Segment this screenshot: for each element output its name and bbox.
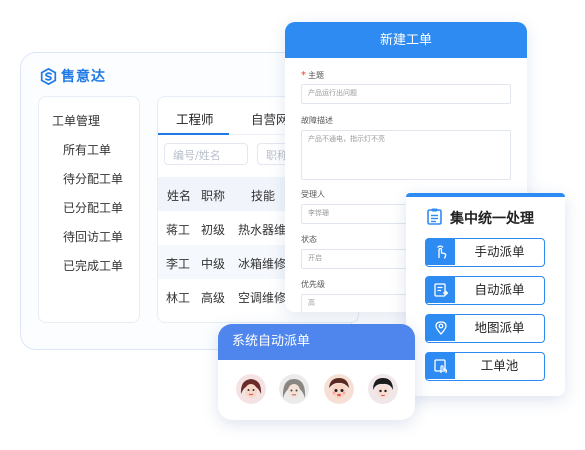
ticket-pool-label: 工单池	[480, 358, 519, 373]
map-pin-icon	[426, 315, 455, 341]
centralized-title: 集中统一处理	[450, 211, 534, 227]
brand-logo-icon	[40, 67, 57, 85]
cell-title: 高级	[201, 291, 226, 305]
column-header-name: 姓名	[167, 189, 192, 203]
tab-active-indicator	[158, 133, 229, 135]
cell-title: 中级	[201, 257, 226, 271]
sidebar: 工单管理 所有工单 待分配工单 已分配工单 待回访工单 已完成工单	[38, 96, 140, 323]
avatar-1-icon	[236, 374, 266, 404]
sidebar-item-unassigned[interactable]: 待分配工单	[63, 170, 123, 187]
cell-name: 李工	[166, 257, 191, 271]
auto-dispatch-label: 自动派单	[474, 282, 525, 297]
tab-engineer[interactable]: 工程师	[176, 109, 214, 128]
sidebar-header: 工单管理	[52, 114, 101, 128]
sidebar-item-pending-visit[interactable]: 待回访工单	[63, 228, 123, 245]
description-textarea[interactable]: 产品不通电，指示灯不亮	[301, 130, 511, 180]
field-label-description: 故障描述	[301, 116, 333, 125]
sidebar-item-assigned[interactable]: 已分配工单	[63, 199, 123, 216]
avatar-4-icon	[368, 374, 398, 404]
auto-dispatch-button[interactable]: 自动派单	[425, 276, 545, 305]
avatar-3-icon	[324, 374, 354, 404]
cell-name: 林工	[166, 291, 191, 305]
document-list-icon	[427, 208, 442, 225]
column-header-skill: 技能	[251, 189, 276, 203]
hand-tap-icon	[426, 239, 455, 265]
avatar[interactable]	[236, 374, 266, 404]
field-label-assignee: 受理人	[301, 190, 325, 199]
brand-logo: 售意达	[40, 66, 106, 86]
cell-skill: 空调维修	[238, 291, 287, 305]
modal-title: 新建工单	[285, 22, 527, 58]
manual-dispatch-label: 手动派单	[474, 244, 525, 259]
auto-dispatch-card: 系统自动派单	[218, 324, 415, 420]
avatar-2-icon	[279, 374, 309, 404]
avatar[interactable]	[324, 374, 354, 404]
brand-name: 售意达	[61, 69, 106, 85]
centralized-handling-card: 集中统一处理 手动派单 自动派单 地图派单 工单池	[406, 193, 565, 396]
auto-doc-icon	[426, 277, 455, 303]
manual-dispatch-button[interactable]: 手动派单	[425, 238, 545, 267]
field-label-subject: * 主题	[301, 70, 324, 81]
card-top-accent	[406, 193, 565, 197]
avatar[interactable]	[279, 374, 309, 404]
auto-dispatch-title: 系统自动派单	[218, 324, 415, 360]
required-asterisk: *	[301, 70, 306, 81]
sidebar-item-completed[interactable]: 已完成工单	[63, 257, 123, 274]
field-label-status: 状态	[301, 235, 317, 244]
cell-name: 蒋工	[166, 223, 191, 237]
ticket-pool-button[interactable]: 工单池	[425, 352, 545, 381]
field-label-priority: 优先级	[301, 280, 325, 289]
cell-title: 初级	[201, 223, 226, 237]
map-dispatch-label: 地图派单	[474, 320, 525, 335]
pool-touch-icon	[426, 353, 455, 379]
map-dispatch-button[interactable]: 地图派单	[425, 314, 545, 343]
subject-input[interactable]: 产品运行出问题	[301, 84, 511, 104]
cell-skill: 冰箱维修	[238, 257, 287, 271]
column-header-title: 职称	[201, 189, 226, 203]
sidebar-item-all[interactable]: 所有工单	[63, 141, 111, 158]
search-name-input[interactable]: 编号/姓名	[164, 143, 248, 165]
avatar[interactable]	[368, 374, 398, 404]
